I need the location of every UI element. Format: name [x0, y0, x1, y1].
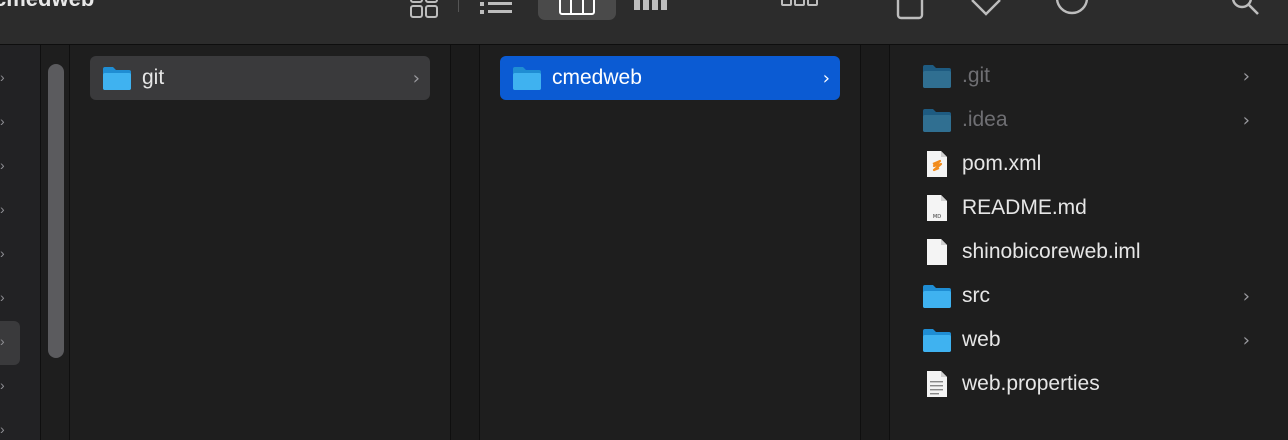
- chevron-right-icon[interactable]: ›: [0, 333, 16, 349]
- item-label: web.properties: [962, 372, 1100, 395]
- folder-icon: [103, 67, 131, 90]
- list-item-src[interactable]: src ›: [910, 274, 1260, 318]
- item-label: src: [962, 284, 990, 307]
- tag-icon[interactable]: [968, 0, 1004, 20]
- column-1: git ›: [70, 45, 450, 440]
- item-label: shinobicoreweb.iml: [962, 240, 1141, 263]
- list-item-iml[interactable]: shinobicoreweb.iml: [910, 230, 1260, 274]
- column-parent-partial: › › › › › › › › ›: [0, 45, 40, 440]
- search-icon[interactable]: [1232, 0, 1264, 20]
- chevron-right-icon: ›: [1242, 66, 1250, 87]
- column-view-button[interactable]: [538, 0, 616, 20]
- list-item-pom-xml[interactable]: pom.xml: [910, 142, 1260, 186]
- md-badge: MD: [933, 214, 941, 220]
- chevron-right-icon[interactable]: ›: [0, 113, 16, 129]
- list-item-readme[interactable]: MD README.md: [910, 186, 1260, 230]
- chevron-right-icon[interactable]: ›: [0, 289, 16, 305]
- window-title: cmedweb: [0, 0, 94, 12]
- list-item-web[interactable]: web ›: [910, 318, 1260, 362]
- group-icon[interactable]: [780, 0, 820, 20]
- blank-file-icon: [927, 239, 947, 265]
- folder-icon: [923, 109, 951, 132]
- chevron-right-icon: ›: [822, 68, 830, 89]
- chevron-right-icon[interactable]: ›: [0, 421, 16, 437]
- toolbar: cmedweb: [0, 0, 1288, 45]
- list-item-web-properties[interactable]: web.properties: [910, 362, 1260, 406]
- chevron-right-icon[interactable]: ›: [0, 377, 16, 393]
- chevron-right-icon: ›: [1242, 330, 1250, 351]
- chevron-right-icon: ›: [412, 68, 420, 89]
- column-gutter: [861, 45, 889, 440]
- list-item-idea[interactable]: .idea ›: [910, 98, 1260, 142]
- toolbar-divider: [458, 0, 459, 12]
- chevron-right-icon[interactable]: ›: [0, 69, 16, 85]
- item-label: README.md: [962, 196, 1087, 219]
- text-file-icon: [927, 371, 947, 397]
- folder-icon: [923, 329, 951, 352]
- column-view-icon: [559, 0, 595, 15]
- action-icon[interactable]: [1054, 0, 1090, 20]
- list-item-cmedweb[interactable]: cmedweb ›: [500, 56, 840, 100]
- folder-icon: [513, 67, 541, 90]
- column-3: .git › .idea › pom.xml MD README.md shin…: [890, 45, 1288, 440]
- chevron-right-icon[interactable]: ›: [0, 157, 16, 173]
- gallery-view-icon[interactable]: [632, 0, 672, 20]
- folder-icon: [923, 285, 951, 308]
- share-icon[interactable]: [894, 0, 926, 20]
- chevron-right-icon: ›: [1242, 286, 1250, 307]
- icon-view-icon[interactable]: [408, 0, 440, 20]
- column-2: cmedweb ›: [480, 45, 860, 440]
- xml-file-icon: [927, 151, 947, 177]
- column-gutter: [451, 45, 479, 440]
- markdown-file-icon: MD: [927, 195, 947, 221]
- list-view-icon[interactable]: [478, 0, 514, 20]
- item-label: .idea: [962, 108, 1008, 131]
- item-label: pom.xml: [962, 152, 1042, 175]
- list-item-git[interactable]: git ›: [90, 56, 430, 100]
- item-label: web: [962, 328, 1001, 351]
- folder-icon: [923, 65, 951, 88]
- item-label: git: [142, 66, 165, 89]
- chevron-right-icon[interactable]: ›: [0, 245, 16, 261]
- item-label: .git: [962, 64, 991, 87]
- list-item-git-hidden[interactable]: .git ›: [910, 54, 1260, 98]
- chevron-right-icon[interactable]: ›: [0, 201, 16, 217]
- chevron-right-icon: ›: [1242, 110, 1250, 131]
- scrollbar-thumb[interactable]: [48, 64, 64, 358]
- item-label: cmedweb: [552, 66, 642, 89]
